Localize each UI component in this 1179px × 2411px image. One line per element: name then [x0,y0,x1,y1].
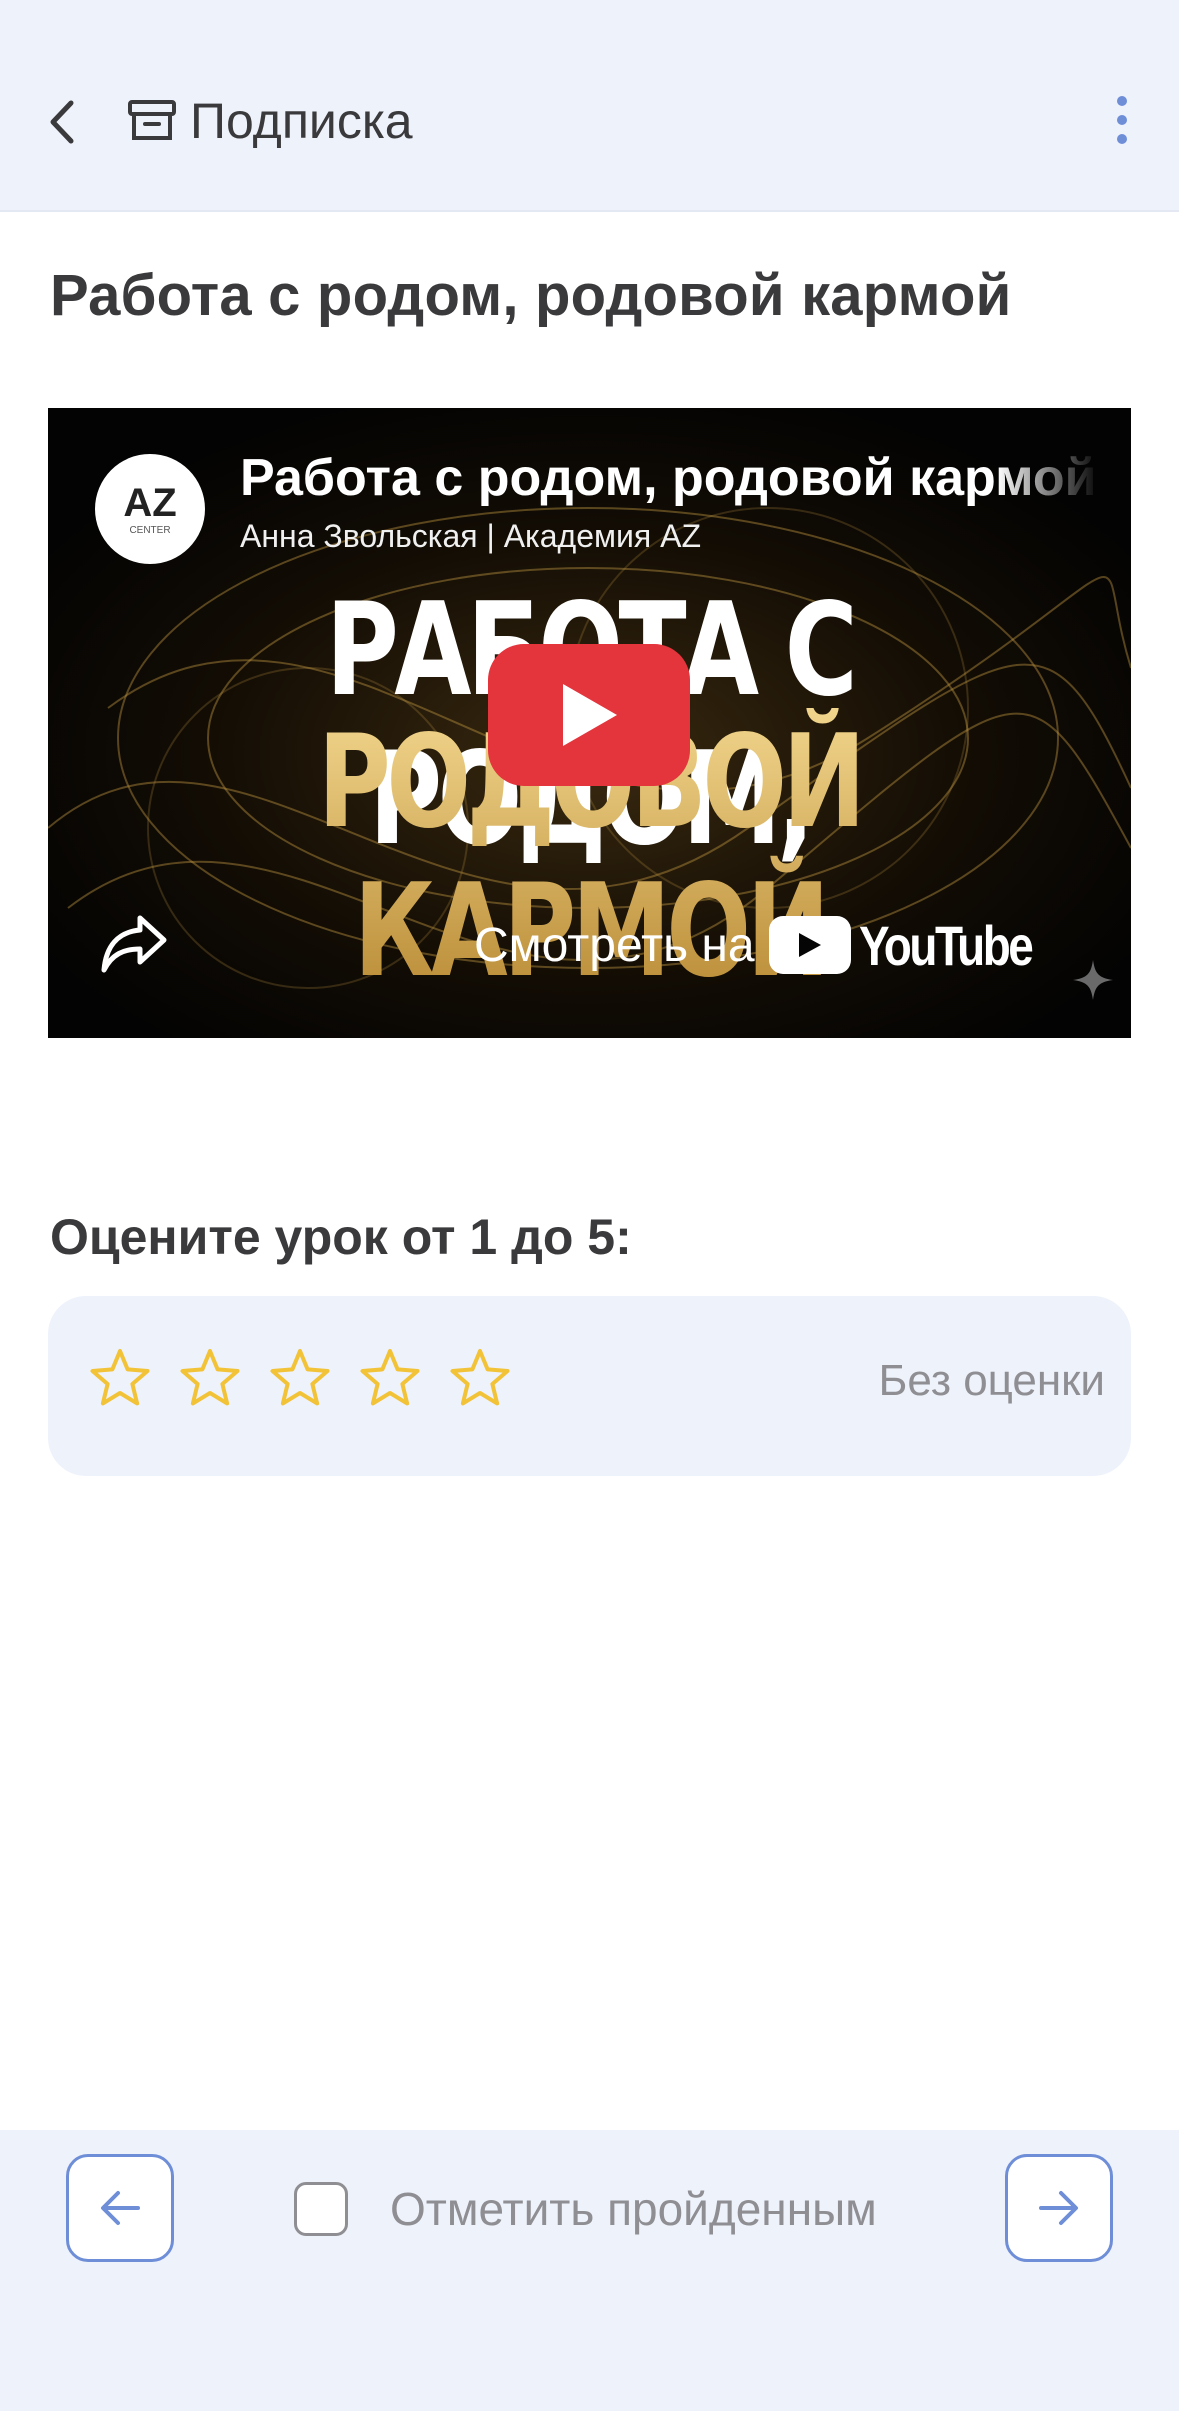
video-title[interactable]: Работа с родом, родовой кармой [240,448,1100,508]
mark-completed-toggle[interactable]: Отметить пройденным [294,2174,877,2244]
mark-completed-checkbox[interactable] [294,2182,348,2236]
youtube-play-badge-icon [768,916,851,974]
share-button[interactable] [100,908,170,978]
share-icon [101,915,167,973]
arrow-left-icon [101,2191,140,2225]
header-title-group: Подписка [126,86,413,156]
play-icon [563,684,617,746]
previous-lesson-button[interactable] [66,2154,174,2262]
star-5-icon[interactable] [448,1346,512,1410]
watch-on-label: Смотреть на [474,918,755,972]
channel-logo[interactable]: AZ CENTER [95,454,205,564]
more-vertical-icon [1117,96,1127,106]
star-rating [88,1346,512,1410]
sparkle-icon [1073,960,1113,1000]
rating-label: Оцените урок от 1 до 5: [50,1209,632,1265]
lesson-title: Работа с родом, родовой кармой [50,263,1012,328]
next-lesson-button[interactable] [1005,2154,1113,2262]
archive-box-icon [126,95,178,147]
channel-logo-subtext: CENTER [129,524,171,536]
chevron-left-icon [50,100,74,144]
star-1-icon[interactable] [88,1346,152,1410]
watch-on-youtube-link[interactable]: Смотреть на YouTube [474,910,1069,980]
more-menu-button[interactable] [1105,90,1139,150]
rating-panel: Без оценки [48,1296,1131,1476]
video-author: Анна Звольская | Академия AZ [240,518,701,554]
channel-logo-text: AZ [123,480,177,525]
bottom-navigation-bar: Отметить пройденным [0,2130,1179,2411]
star-2-icon[interactable] [178,1346,242,1410]
youtube-wordmark: YouTube [858,913,1034,977]
star-4-icon[interactable] [358,1346,422,1410]
play-button[interactable] [488,644,690,786]
star-3-icon[interactable] [268,1346,332,1410]
mark-completed-label: Отметить пройденным [390,2183,877,2235]
video-player[interactable]: AZ CENTER Работа с родом, родовой кармой… [48,408,1131,1038]
rating-status: Без оценки [878,1356,1105,1405]
top-app-bar: Подписка [0,0,1179,212]
youtube-logo: YouTube [768,913,1069,978]
page-title: Подписка [190,93,413,149]
arrow-right-icon [1039,2191,1078,2225]
back-button[interactable] [40,92,84,152]
